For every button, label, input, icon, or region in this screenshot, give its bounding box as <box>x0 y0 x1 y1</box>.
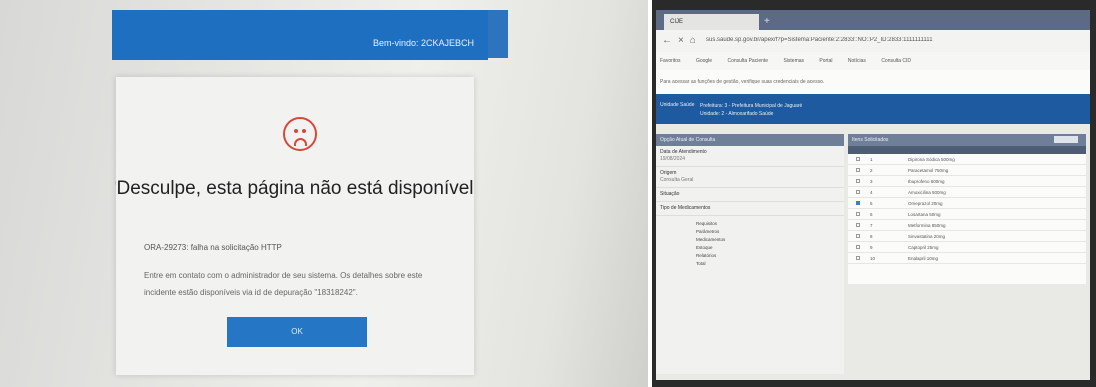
error-dialog: Desculpe, esta página não está disponíve… <box>116 77 474 375</box>
bookmark-item[interactable]: Google <box>696 58 712 64</box>
table-row[interactable]: 1 Dipirona Sódica 500mg <box>848 154 1086 165</box>
bookmark-item[interactable]: Consulta CID <box>881 58 911 64</box>
panel-title: Opção Atual de Consulta <box>656 134 844 146</box>
table-row[interactable]: 4 Amoxicilina 500mg <box>848 187 1086 198</box>
photo-error-dialog: Bem-vindo: 2CKAJEBCH ⇖ Desculpe, esta pá… <box>0 0 648 387</box>
dialog-title: Desculpe, esta página não está disponíve… <box>116 178 474 199</box>
app-title: Unidade Saúde <box>660 102 695 108</box>
consulta-panel: Opção Atual de Consulta Data de Atendime… <box>656 134 844 374</box>
bookmark-item[interactable]: Sistemas <box>783 58 804 64</box>
table-header <box>848 146 1086 154</box>
unidade-line: Unidade: 2 - Almoxarifado Saúde <box>700 111 774 117</box>
app-header: Unidade Saúde Prefeitura: 3 - Prefeitura… <box>656 94 1090 124</box>
tab-bar: CIJE + <box>656 10 1090 30</box>
info-bar: Para acessar as funções de gestão, verif… <box>656 70 1090 94</box>
bookmark-item[interactable]: Favoritos <box>660 58 681 64</box>
table-row[interactable]: 7 Metformina 850mg <box>848 220 1086 231</box>
table-row[interactable]: 3 Ibuprofeno 600mg <box>848 176 1086 187</box>
address-bar: ←×⌂ sus.saude.sp.gov.br/apex/f?p=Sistema… <box>656 30 1090 52</box>
browser-tab[interactable]: CIJE <box>664 14 759 30</box>
bookmark-item[interactable]: Consulta Paciente <box>727 58 768 64</box>
table-row[interactable]: 10 Enalapril 10mg <box>848 253 1086 264</box>
app-topbar: Bem-vindo: 2CKAJEBCH <box>112 10 488 60</box>
browser-window: CIJE + ←×⌂ sus.saude.sp.gov.br/apex/f?p=… <box>656 10 1090 380</box>
tree-item[interactable]: Medicamentos <box>696 236 804 244</box>
tree-item[interactable]: Relatórios <box>696 252 804 260</box>
ok-button[interactable]: OK <box>227 317 367 347</box>
filter-item[interactable]: Tipo de Medicamentos <box>656 202 844 216</box>
items-panel: Itens Solicitados 1 Dipirona Sódica 500mg… <box>848 134 1086 284</box>
filter-item[interactable]: Situação <box>656 188 844 202</box>
table-row[interactable]: 8 Sinvastatina 20mg <box>848 231 1086 242</box>
nav-buttons[interactable]: ←×⌂ <box>662 35 702 46</box>
app-context: Prefeitura: 3 - Prefeitura Municipal de … <box>700 102 802 118</box>
items-panel-title: Itens Solicitados <box>848 134 1086 146</box>
table-row[interactable]: 9 Captopril 25mg <box>848 242 1086 253</box>
photo-app-screen: CIJE + ←×⌂ sus.saude.sp.gov.br/apex/f?p=… <box>652 0 1096 387</box>
bookmarks-bar: Favoritos Google Consulta Paciente Siste… <box>656 52 1090 70</box>
filter-item[interactable]: Origem Consulta Geral <box>656 167 844 188</box>
bookmark-item[interactable]: Portal <box>819 58 832 64</box>
table-row[interactable]: 2 Paracetamol 750mg <box>848 165 1086 176</box>
table-row[interactable]: 6 Losartana 50mg <box>848 209 1086 220</box>
new-tab-icon[interactable]: + <box>764 16 770 27</box>
filter-item[interactable]: Data de Atendimento 19/08/2024 <box>656 146 844 167</box>
tree-item[interactable]: Total <box>696 260 804 268</box>
tree-item[interactable]: Parâmetros <box>696 228 804 236</box>
welcome-text: Bem-vindo: 2CKAJEBCH <box>372 38 474 48</box>
topbar-extension <box>488 10 508 58</box>
tree-item[interactable]: Requisitos <box>696 220 804 228</box>
tree-item[interactable]: Estoque <box>696 244 804 252</box>
sad-face-icon <box>283 117 317 151</box>
prefeitura-line: Prefeitura: 3 - Prefeitura Municipal de … <box>700 103 803 109</box>
table-row[interactable]: 5 Omeprazol 20mg <box>848 198 1086 209</box>
error-message: Entre em contato com o administrador de … <box>144 271 423 297</box>
panel-action-button[interactable] <box>1054 136 1078 143</box>
url-input[interactable]: sus.saude.sp.gov.br/apex/f?p=Sistema:Pac… <box>706 37 1076 43</box>
bookmark-item[interactable]: Notícias <box>848 58 866 64</box>
tree-list: Requisitos Parâmetros Medicamentos Estoq… <box>656 216 844 272</box>
error-code: ORA-29273: falha na solicitação HTTP <box>144 243 282 252</box>
